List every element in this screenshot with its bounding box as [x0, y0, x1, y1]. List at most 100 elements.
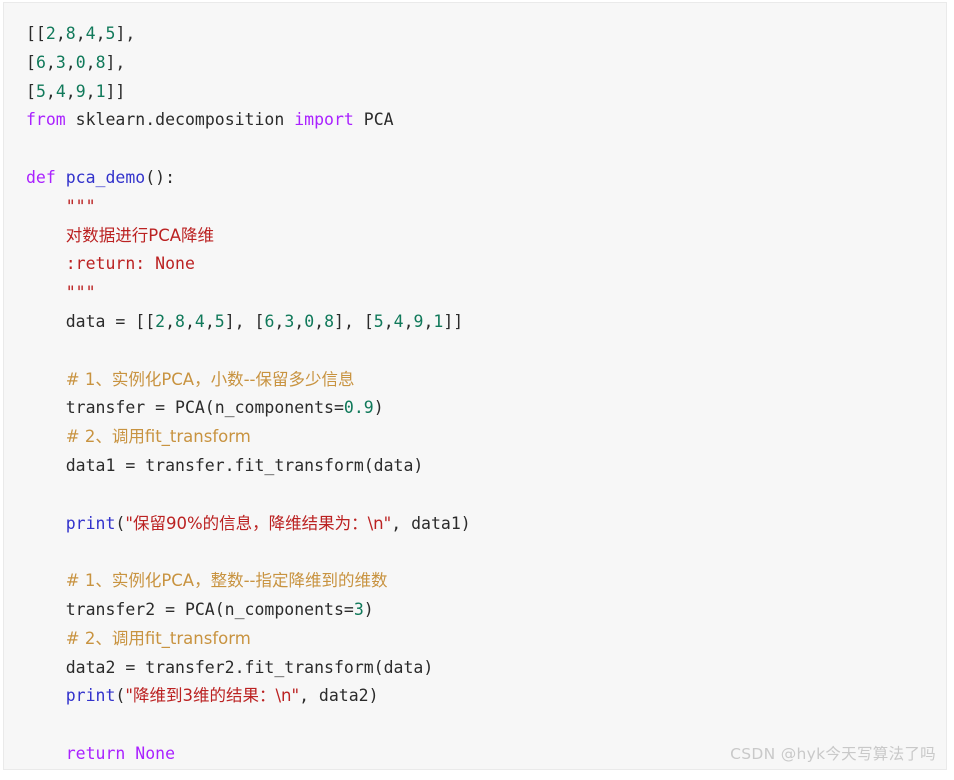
- code-token: 8: [65, 24, 76, 43]
- code-token: ], [: [224, 311, 265, 331]
- code-token: ,: [75, 24, 86, 43]
- code-token: 3: [284, 311, 295, 331]
- code-token: pca_demo: [65, 167, 146, 187]
- code-token: "保留90%的信息，降维结果为：\n": [125, 513, 392, 533]
- code-token: print: [65, 686, 116, 706]
- code-line: print("降维到3维的结果：\n", data2): [26, 682, 946, 711]
- code-token: 4: [85, 24, 96, 43]
- code-token: 4: [194, 311, 205, 331]
- code-token: ,: [45, 81, 56, 101]
- code-token: 0: [304, 311, 315, 331]
- code-token: PCA: [353, 110, 394, 130]
- code-token: ],: [115, 24, 136, 43]
- code-token: transfer2 = PCA(n_components=: [26, 599, 354, 619]
- code-token: return: [65, 743, 126, 763]
- code-token: 6: [264, 311, 275, 331]
- code-token: ,: [95, 24, 106, 43]
- code-token: ,: [45, 52, 56, 72]
- code-token: 1: [95, 81, 106, 101]
- code-token: , data1): [391, 513, 471, 533]
- code-token: 4: [55, 81, 66, 101]
- code-line: 对数据进行PCA降维: [26, 222, 946, 251]
- code-token: ,: [165, 311, 176, 331]
- code-token: [: [26, 81, 36, 101]
- code-token: 8: [95, 52, 106, 72]
- code-token: ,: [85, 81, 96, 101]
- code-line: def pca_demo():: [26, 164, 946, 193]
- code-token: [: [26, 52, 36, 72]
- code-token: ,: [65, 81, 76, 101]
- code-token: 对数据进行PCA降维: [65, 225, 215, 245]
- code-line: :return: None: [26, 250, 946, 279]
- code-token: (: [115, 686, 126, 706]
- code-token: None: [135, 743, 176, 763]
- code-line: """: [26, 193, 946, 222]
- code-token: transfer = PCA(n_components=: [26, 398, 344, 418]
- code-token: 5: [35, 81, 46, 101]
- code-line: transfer2 = PCA(n_components=3): [26, 596, 946, 625]
- code-token: # 1、实例化PCA，小数--保留多少信息: [65, 369, 355, 389]
- code-token: ,: [55, 24, 66, 43]
- code-token: 9: [413, 311, 424, 331]
- code-token: ,: [274, 311, 285, 331]
- code-token: ],: [105, 52, 126, 72]
- code-token: from: [26, 110, 66, 130]
- code-line: data = [[2,8,4,5], [6,3,0,8], [5,4,9,1]]: [26, 308, 946, 337]
- code-token: 8: [324, 311, 335, 331]
- code-token: ,: [423, 311, 434, 331]
- code-token: # 2、调用fit_transform: [65, 427, 251, 447]
- code-line: # 1、实例化PCA，小数--保留多少信息: [26, 366, 946, 395]
- code-line: print("保留90%的信息，降维结果为：\n", data1): [26, 510, 946, 539]
- code-token: ]]: [105, 81, 126, 101]
- code-line: """: [26, 279, 946, 308]
- code-token: ,: [294, 311, 305, 331]
- code-token: ,: [184, 311, 195, 331]
- code-line: # 2、调用fit_transform: [26, 423, 946, 452]
- code-token: data = [[: [26, 311, 156, 331]
- code-token: sklearn.decomposition: [65, 110, 295, 130]
- code-token: ,: [403, 311, 414, 331]
- code-token: 0: [75, 52, 86, 72]
- code-token: , data2): [299, 686, 379, 706]
- code-token: data2 = transfer2.fit_transform(data): [26, 657, 434, 677]
- code-token: ): [363, 599, 374, 619]
- code-token: 3: [55, 52, 66, 72]
- code-token: "降维到3维的结果：\n": [125, 686, 300, 706]
- code-token: ():: [145, 167, 176, 187]
- code-token: 5: [373, 311, 384, 331]
- code-token: 3: [353, 599, 364, 619]
- code-line: data1 = transfer.fit_transform(data): [26, 452, 946, 481]
- code-token: data1 = transfer.fit_transform(data): [26, 455, 424, 475]
- code-token: [[: [26, 24, 46, 43]
- code-token: ]]: [443, 311, 464, 331]
- code-token: print: [65, 513, 116, 533]
- code-token: (: [115, 513, 126, 533]
- code-token: 1: [433, 311, 444, 331]
- code-token: 5: [105, 24, 116, 43]
- code-token: 5: [214, 311, 225, 331]
- code-token: ,: [383, 311, 394, 331]
- code-line: [5,4,9,1]]: [26, 78, 946, 107]
- code-token: import: [294, 110, 354, 130]
- code-token: """: [26, 283, 96, 303]
- code-token: ,: [314, 311, 325, 331]
- code-block: [[2,8,4,5], [6,3,0,8], [5,4,9,1]] from s…: [3, 2, 947, 770]
- code-token: 0.9: [343, 398, 374, 418]
- code-token: 9: [75, 81, 86, 101]
- code-token: 2: [45, 24, 56, 43]
- code-token: ,: [65, 52, 76, 72]
- code-line: [6,3,0,8],: [26, 49, 946, 78]
- code-token: ): [373, 398, 384, 418]
